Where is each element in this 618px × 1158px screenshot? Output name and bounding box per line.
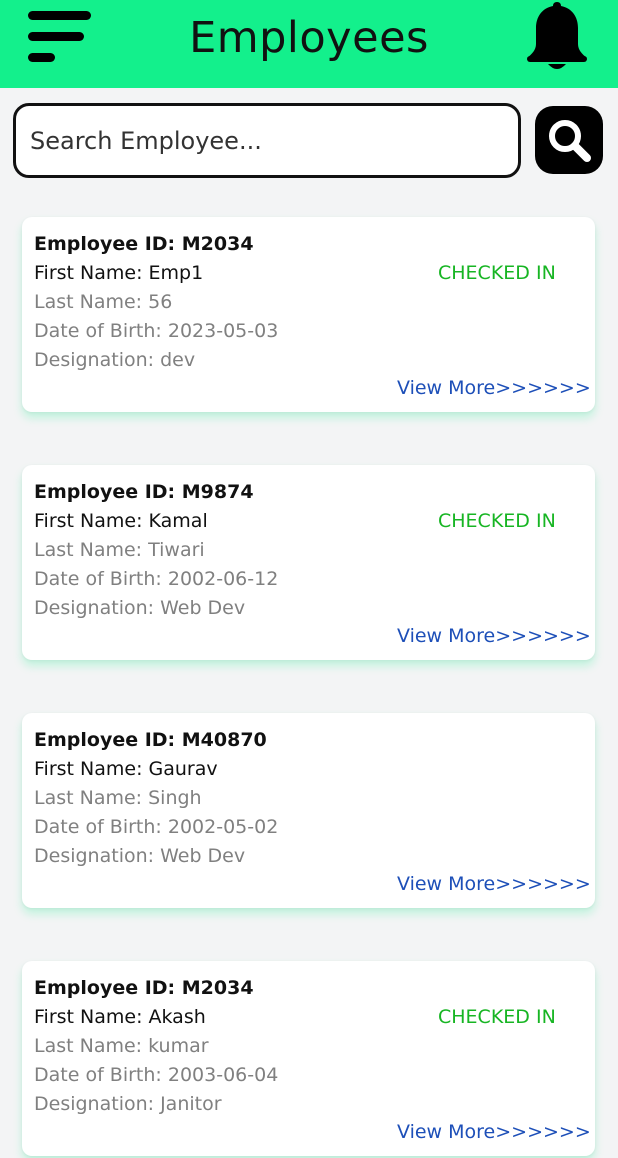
employee-last-name: Last Name: Singh [34, 787, 202, 809]
employee-designation: Designation: Janitor [34, 1093, 222, 1115]
search-button[interactable] [535, 106, 603, 174]
employees-screen: Employees Employee ID: M2034 First Name:… [0, 0, 618, 1158]
page-title: Employees [189, 13, 429, 63]
employee-designation: Designation: Web Dev [34, 597, 246, 619]
employee-last-name: Last Name: Tiwari [34, 539, 205, 561]
employee-card[interactable]: Employee ID: M9874 First Name: Kamal Las… [22, 465, 595, 660]
employee-designation: Designation: Web Dev [34, 845, 246, 867]
magnifier-icon [549, 120, 591, 162]
employee-dob: Date of Birth: 2003-06-04 [34, 1064, 279, 1086]
employee-dob: Date of Birth: 2002-06-12 [34, 568, 279, 590]
employee-first-name: First Name: Gaurav [34, 758, 218, 780]
view-more-link[interactable]: View More>>>>>> [397, 873, 591, 895]
employee-last-name: Last Name: 56 [34, 291, 173, 313]
top-app-bar: Employees [0, 0, 618, 88]
employee-first-name: First Name: Akash [34, 1006, 206, 1028]
menu-button[interactable] [28, 10, 94, 62]
employee-designation: Designation: dev [34, 349, 196, 371]
employee-dob: Date of Birth: 2002-05-02 [34, 816, 279, 838]
status-badge: CHECKED IN [438, 262, 556, 284]
employee-card[interactable]: Employee ID: M2034 First Name: Akash Las… [22, 961, 595, 1156]
employee-card[interactable]: Employee ID: M2034 First Name: Emp1 Last… [22, 217, 595, 412]
search-input[interactable] [13, 103, 521, 178]
employee-first-name: First Name: Kamal [34, 510, 208, 532]
notifications-button[interactable] [524, 0, 590, 72]
status-badge: CHECKED IN [438, 510, 556, 532]
view-more-link[interactable]: View More>>>>>> [397, 1121, 591, 1143]
employee-id: Employee ID: M2034 [34, 233, 254, 255]
employee-first-name: First Name: Emp1 [34, 262, 204, 284]
employee-dob: Date of Birth: 2023-05-03 [34, 320, 279, 342]
employee-id: Employee ID: M40870 [34, 729, 267, 751]
employee-id: Employee ID: M9874 [34, 481, 254, 503]
view-more-link[interactable]: View More>>>>>> [397, 625, 591, 647]
bell-icon [527, 2, 587, 69]
employee-last-name: Last Name: kumar [34, 1035, 209, 1057]
status-badge: CHECKED IN [438, 1006, 556, 1028]
view-more-link[interactable]: View More>>>>>> [397, 377, 591, 399]
employee-card[interactable]: Employee ID: M40870 First Name: Gaurav L… [22, 713, 595, 908]
employee-id: Employee ID: M2034 [34, 977, 254, 999]
